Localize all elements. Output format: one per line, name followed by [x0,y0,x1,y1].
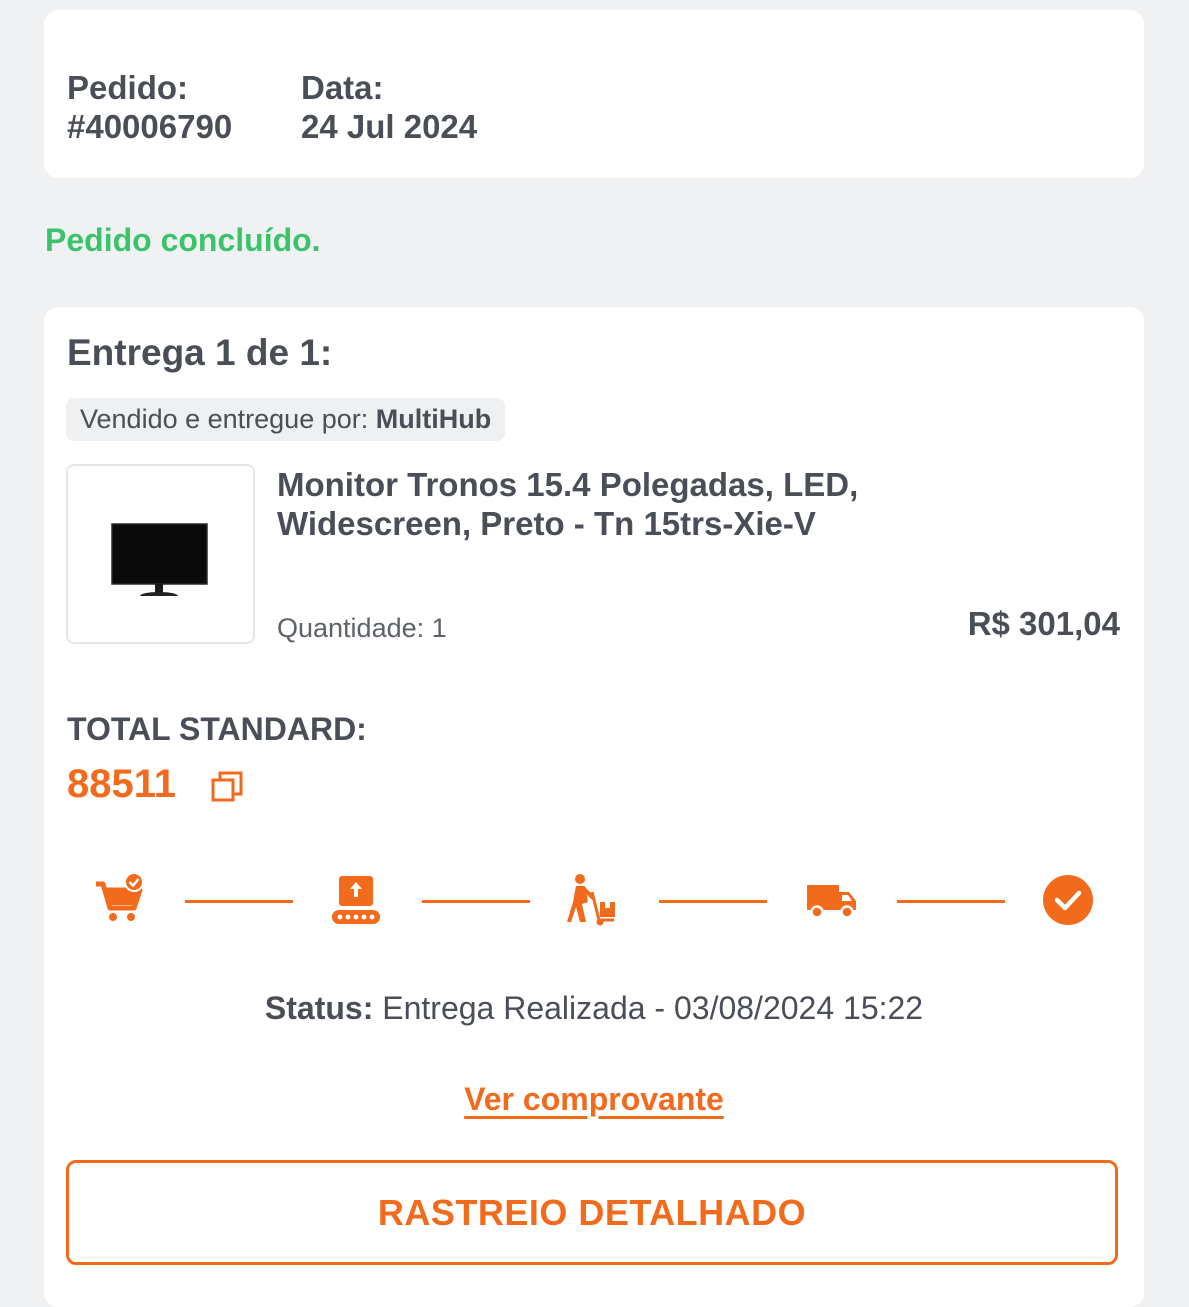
monitor-image [111,523,208,596]
delivery-card: Entrega 1 de 1: Vendido e entregue por: … [44,307,1144,1307]
progress-line-2 [422,900,530,903]
date-label: Data: [301,69,384,106]
copy-icon[interactable] [208,767,248,807]
delivery-status: Status: Entrega Realizada - 03/08/2024 1… [44,990,1144,1027]
order-status-message: Pedido concluído. [45,222,321,258]
progress-line-1 [185,900,293,903]
delivery-truck-icon [804,872,860,928]
status-value: Entrega Realizada - 03/08/2024 15:22 [373,990,924,1026]
progress-line-3 [659,900,767,903]
order-date: 24 Jul 2024 [301,108,478,145]
total-label: TOTAL STANDARD: [67,711,367,747]
detailed-tracking-button[interactable]: RASTREIO DETALHADO [66,1160,1118,1265]
order-number: #40006790 [67,108,233,145]
courier-hand-truck-icon [566,872,622,928]
seller-name: MultiHub [375,404,492,434]
tracking-progress [44,867,1144,937]
order-date-block: Data: 24 Jul 2024 [301,68,477,146]
seller-tag: Vendido e entregue por: MultiHub [66,398,506,441]
check-circle-icon [1042,872,1098,928]
product-image[interactable] [66,464,255,644]
progress-line-4 [897,900,1005,903]
order-summary-card: Pedido: #40006790 Data: 24 Jul 2024 [44,10,1144,178]
delivery-title: Entrega 1 de 1: [67,332,333,373]
package-conveyor-icon [329,872,385,928]
view-receipt-link[interactable]: Ver comprovante [44,1081,1144,1118]
cart-check-icon [92,872,148,928]
status-label: Status: [264,990,374,1026]
product-price: R$ 301,04 [967,605,1120,642]
product-name[interactable]: Monitor Tronos 15.4 Polegadas, LED, Wide… [277,465,977,543]
product-quantity: Quantidade: 1 [277,613,447,643]
order-number-block: Pedido: #40006790 [67,68,232,146]
seller-prefix: Vendido e entregue por: [80,404,376,434]
total-value: 88511 [67,762,177,806]
order-label: Pedido: [67,69,188,106]
